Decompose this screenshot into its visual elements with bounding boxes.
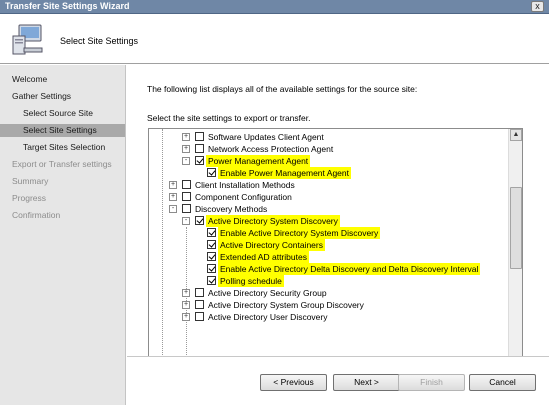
checkbox[interactable]: [195, 132, 204, 141]
tree-item-label: Network Access Protection Agent: [208, 144, 334, 154]
tree-item-label: Active Directory System Discovery: [206, 215, 340, 227]
checkbox[interactable]: [182, 192, 191, 201]
checkbox[interactable]: [195, 300, 204, 309]
tree-item[interactable]: Active Directory User Discovery: [195, 311, 330, 323]
computer-wizard-icon: [12, 24, 43, 55]
sidebar-item-summary: Summary: [12, 176, 49, 186]
tree-item-label: Discovery Methods: [195, 204, 268, 214]
expand-icon[interactable]: +: [169, 193, 177, 201]
tree-item-label: Active Directory Containers: [218, 239, 325, 251]
expand-icon[interactable]: +: [182, 313, 190, 321]
tree-guide-line: [162, 129, 163, 391]
description-text: The following list displays all of the a…: [147, 84, 418, 94]
checkbox[interactable]: [182, 204, 191, 213]
sidebar-item-select-source-site: Select Source Site: [23, 108, 93, 118]
tree-item[interactable]: Polling schedule: [207, 275, 284, 287]
tree-item[interactable]: Active Directory System Discovery: [195, 215, 340, 227]
wizard-steps-sidebar: Welcome Gather Settings Select Source Si…: [0, 65, 126, 405]
page-title: Select Site Settings: [60, 36, 139, 46]
checkbox[interactable]: [195, 312, 204, 321]
tree-item-label: Active Directory System Group Discovery: [208, 300, 364, 310]
tree-item[interactable]: Extended AD attributes: [207, 251, 309, 263]
checkbox-checked[interactable]: [207, 168, 216, 177]
checkbox-checked[interactable]: [195, 216, 204, 225]
sidebar-item-welcome: Welcome: [12, 74, 48, 84]
wizard-header: Select Site Settings: [0, 14, 549, 64]
checkbox[interactable]: [195, 144, 204, 153]
checkbox-checked[interactable]: [207, 252, 216, 261]
tree-item[interactable]: Active Directory System Group Discovery: [195, 299, 366, 311]
checkbox[interactable]: [195, 288, 204, 297]
tree-item[interactable]: Network Access Protection Agent: [195, 143, 335, 155]
tree-item[interactable]: Enable Active Directory Delta Discovery …: [207, 263, 481, 275]
sidebar-item-target-sites-selection: Target Sites Selection: [23, 142, 106, 152]
button-bar: < Previous Next > Finish Cancel: [127, 356, 549, 405]
collapse-icon[interactable]: -: [182, 217, 190, 225]
main-panel: The following list displays all of the a…: [127, 65, 549, 405]
expand-icon[interactable]: +: [182, 133, 190, 141]
tree-item-label: Client Installation Methods: [195, 180, 295, 190]
expand-icon[interactable]: +: [182, 289, 190, 297]
tree-item[interactable]: Active Directory Containers: [207, 239, 325, 251]
tree-item-label: Active Directory User Discovery: [208, 312, 328, 322]
tree-item[interactable]: Client Installation Methods: [182, 179, 297, 191]
settings-tree[interactable]: + Software Updates Client Agent + Networ…: [148, 128, 523, 392]
cancel-button[interactable]: Cancel: [469, 374, 536, 391]
tree-item[interactable]: Enable Power Management Agent: [207, 167, 352, 179]
previous-button[interactable]: < Previous: [260, 374, 327, 391]
finish-button: Finish: [398, 374, 465, 391]
sidebar-item-progress: Progress: [12, 193, 47, 203]
tree-item-label: Enable Active Directory Delta Discovery …: [218, 263, 481, 275]
tree-item-label: Extended AD attributes: [218, 251, 309, 263]
tree-item[interactable]: Discovery Methods: [182, 203, 269, 215]
tree-item[interactable]: Active Directory Security Group: [195, 287, 329, 299]
close-icon[interactable]: x: [531, 1, 544, 12]
tree-item-label: Component Configuration: [195, 192, 292, 202]
next-button[interactable]: Next >: [333, 374, 400, 391]
title-bar: Transfer Site Settings Wizard x: [0, 0, 549, 14]
tree-item[interactable]: Enable Active Directory System Discovery: [207, 227, 381, 239]
tree-item-label: Polling schedule: [218, 275, 284, 287]
sidebar-item-select-site-settings: Select Site Settings: [0, 124, 125, 137]
scroll-up-icon[interactable]: ▲: [510, 129, 522, 141]
tree-item-label: Enable Active Directory System Discovery: [218, 227, 381, 239]
tree-item-label: Power Management Agent: [206, 155, 311, 167]
expand-icon[interactable]: +: [182, 301, 190, 309]
prompt-text: Select the site settings to export or tr…: [147, 113, 311, 123]
checkbox-checked[interactable]: [207, 240, 216, 249]
tree-item[interactable]: Software Updates Client Agent: [195, 131, 326, 143]
collapse-icon[interactable]: -: [169, 205, 177, 213]
tree-scrollbar[interactable]: ▲ ▼: [508, 129, 522, 391]
tree-item-label: Enable Power Management Agent: [218, 167, 352, 179]
checkbox-checked[interactable]: [207, 276, 216, 285]
sidebar-item-confirmation: Confirmation: [12, 210, 61, 220]
checkbox-checked[interactable]: [195, 156, 204, 165]
tree-item[interactable]: Component Configuration: [182, 191, 294, 203]
checkbox-checked[interactable]: [207, 228, 216, 237]
checkbox[interactable]: [182, 180, 191, 189]
sidebar-item-gather-settings: Gather Settings: [12, 91, 72, 101]
tree-item[interactable]: Power Management Agent: [195, 155, 311, 167]
expand-icon[interactable]: +: [169, 181, 177, 189]
collapse-icon[interactable]: -: [182, 157, 190, 165]
tree-item-label: Active Directory Security Group: [208, 288, 327, 298]
expand-icon[interactable]: +: [182, 145, 190, 153]
window-title: Transfer Site Settings Wizard: [5, 1, 130, 11]
sidebar-item-export-or-transfer: Export or Transfer settings: [12, 159, 112, 169]
tree-item-label: Software Updates Client Agent: [208, 132, 324, 142]
checkbox-checked[interactable]: [207, 264, 216, 273]
scroll-thumb[interactable]: [510, 187, 522, 269]
